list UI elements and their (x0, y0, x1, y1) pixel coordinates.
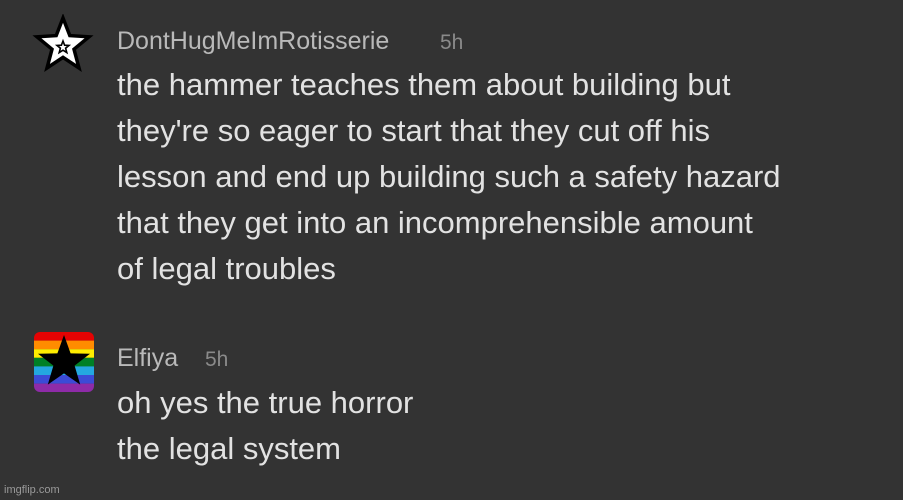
star-outline-icon (32, 13, 94, 73)
comment-body: the hammer teaches them about building b… (117, 62, 781, 292)
comment-line: lesson and end up building such a safety… (117, 159, 781, 194)
username[interactable]: Elfiya (117, 344, 178, 373)
username[interactable]: DontHugMeImRotisserie (117, 27, 389, 56)
comment-line: of legal troubles (117, 251, 336, 286)
comment-line: that they get into an incomprehensible a… (117, 205, 753, 240)
imgflip-watermark: imgflip.com (4, 484, 60, 496)
timestamp: 5h (205, 348, 229, 371)
comment-line: the legal system (117, 431, 341, 466)
timestamp: 5h (440, 31, 464, 54)
comment-line: oh yes the true horror (117, 385, 414, 420)
comment-line: they're so eager to start that they cut … (117, 113, 710, 148)
comment-body: oh yes the true horror the legal system (117, 380, 413, 472)
rainbow-star-icon (34, 332, 94, 392)
avatar[interactable] (34, 332, 94, 392)
comment-line: the hammer teaches them about building b… (117, 67, 731, 102)
avatar[interactable] (32, 13, 94, 76)
